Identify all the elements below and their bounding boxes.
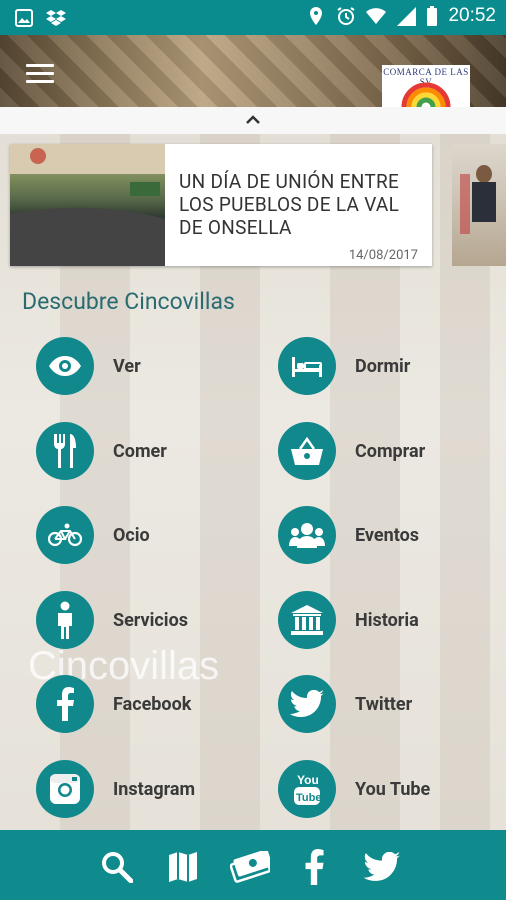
- svg-text:Tube: Tube: [296, 792, 321, 804]
- menu-item-label: Comprar: [355, 441, 426, 462]
- cutlery-icon: [54, 434, 76, 468]
- menu-item-label: Ocio: [113, 525, 150, 546]
- search-icon: [102, 852, 133, 883]
- facebook-button[interactable]: [294, 847, 334, 887]
- eye-icon: [49, 356, 81, 376]
- battery-icon: [427, 6, 438, 26]
- menu-item-label: Comer: [113, 441, 167, 462]
- bottom-navigation: [0, 830, 506, 900]
- location-icon: [310, 7, 323, 25]
- chevron-up-icon: [246, 115, 260, 124]
- menu-item-ocio[interactable]: Ocio: [36, 506, 256, 566]
- map-button[interactable]: [163, 847, 203, 887]
- people-icon: [289, 523, 325, 548]
- search-button[interactable]: [97, 847, 137, 887]
- menu-item-comer[interactable]: Comer: [36, 422, 256, 482]
- money-button[interactable]: [230, 847, 270, 887]
- menu-item-youtube[interactable]: You Tube You Tube: [278, 760, 498, 820]
- svg-text:You: You: [297, 773, 319, 787]
- menu-item-label: Eventos: [355, 525, 419, 546]
- instagram-icon: [50, 774, 80, 804]
- menu-item-eventos[interactable]: Eventos: [278, 506, 498, 566]
- twitter-button[interactable]: [362, 847, 402, 887]
- menu-item-servicios[interactable]: Servicios: [36, 591, 256, 651]
- next-news-card[interactable]: [452, 144, 506, 266]
- menu-item-label: Facebook: [113, 694, 192, 715]
- wifi-icon: [366, 8, 387, 24]
- alarm-icon: [337, 7, 356, 25]
- menu-item-label: Instagram: [113, 779, 196, 800]
- news-title: UN DÍA DE UNIÓN ENTRE LOS PUEBLOS DE LA …: [179, 170, 400, 239]
- money-icon: [230, 851, 270, 883]
- bicycle-icon: [48, 523, 82, 547]
- comarca-logo[interactable]: COMARCA DE LAS SV: [382, 65, 470, 107]
- menu-item-instagram[interactable]: Instagram: [36, 760, 256, 820]
- news-thumbnail: [10, 144, 165, 266]
- menu-item-label: Dormir: [355, 356, 411, 377]
- dropbox-icon: [46, 10, 66, 26]
- menu-item-ver[interactable]: Ver: [36, 337, 256, 397]
- image-icon: [15, 9, 33, 27]
- menu-item-label: Ver: [113, 356, 141, 377]
- menu-item-label: You Tube: [355, 779, 431, 800]
- menu-item-historia[interactable]: Historia: [278, 591, 498, 651]
- bed-icon: [292, 357, 322, 377]
- news-date: 14/08/2017: [348, 248, 418, 263]
- twitter-icon: [290, 690, 324, 717]
- menu-item-label: Twitter: [355, 694, 413, 715]
- facebook-icon: [57, 687, 74, 721]
- menu-item-comprar[interactable]: Comprar: [278, 422, 498, 482]
- clock: 20:52: [448, 5, 496, 26]
- youtube-icon: You Tube: [294, 773, 321, 805]
- status-bar: 20:52: [0, 0, 506, 35]
- map-icon: [169, 852, 197, 882]
- person-icon: [58, 601, 72, 639]
- facebook-icon: [305, 849, 324, 885]
- rainbow-icon: [401, 82, 451, 107]
- menu-item-dormir[interactable]: Dormir: [278, 337, 498, 397]
- museum-icon: [291, 605, 323, 635]
- menu-item-label: Servicios: [113, 610, 188, 631]
- menu-button[interactable]: [26, 64, 54, 84]
- collapse-news-button[interactable]: [0, 107, 506, 135]
- basket-icon: [291, 437, 323, 465]
- signal-icon: [397, 7, 417, 26]
- menu-item-twitter[interactable]: Twitter: [278, 675, 498, 735]
- app-header: COMARCA DE LAS SV: [0, 35, 506, 107]
- section-title: Descubre Cincovillas: [22, 288, 235, 315]
- menu-item-label: Historia: [355, 610, 419, 631]
- news-card[interactable]: UN DÍA DE UNIÓN ENTRE LOS PUEBLOS DE LA …: [10, 144, 432, 266]
- twitter-icon: [363, 852, 401, 881]
- menu-item-facebook[interactable]: Facebook: [36, 675, 256, 735]
